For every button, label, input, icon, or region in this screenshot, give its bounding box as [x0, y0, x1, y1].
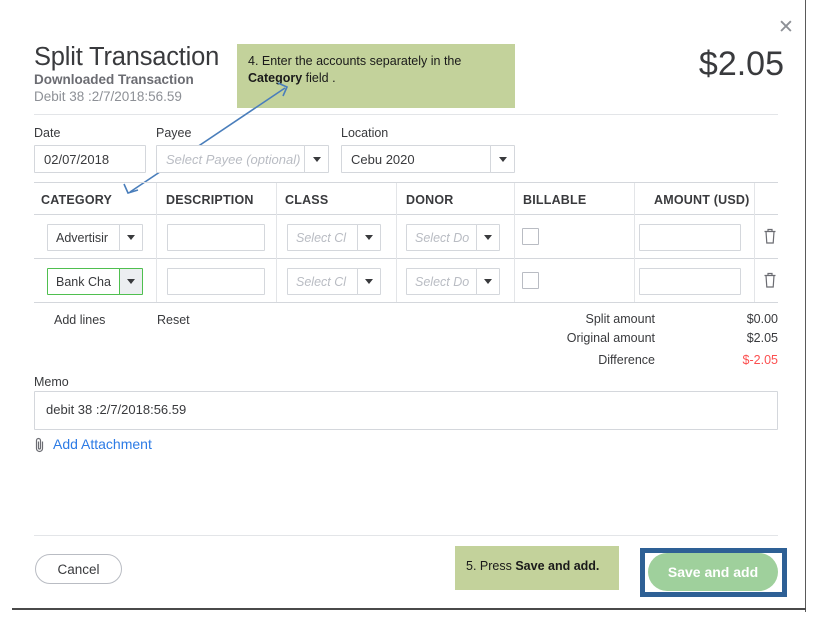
column-header-donor: DONOR [406, 193, 454, 207]
table-row-donor-dropdown[interactable] [476, 224, 500, 251]
add-lines-button[interactable]: Add lines [54, 313, 105, 327]
chevron-down-icon [499, 157, 507, 162]
table-row-category-input[interactable]: Advertisir [47, 224, 120, 251]
memo-input[interactable]: debit 38 :2/7/2018:56.59 [34, 391, 778, 430]
callout-4-suffix: field . [302, 71, 335, 85]
column-divider [156, 183, 157, 302]
table-row-donor-dropdown[interactable] [476, 268, 500, 295]
table-row-class-input[interactable]: Select Cl [287, 224, 358, 251]
callout-5-bold: Save and add. [515, 559, 599, 573]
transaction-amount: $2.05 [699, 45, 784, 84]
page-title: Split Transaction [34, 43, 219, 72]
split-amount-label: Split amount [455, 312, 655, 326]
date-input[interactable]: 02/07/2018 [34, 145, 146, 173]
modal-subtitle: Downloaded Transaction [34, 72, 194, 87]
close-icon[interactable]: ✕ [776, 17, 796, 37]
column-header-amount: AMOUNT (USD) [654, 193, 749, 207]
payee-input[interactable]: Select Payee (optional) [156, 145, 305, 173]
memo-label: Memo [34, 375, 69, 389]
save-and-add-button[interactable]: Save and add [648, 553, 778, 591]
table-top-border [34, 182, 778, 183]
column-divider [754, 183, 755, 302]
chevron-down-icon [127, 279, 135, 284]
table-row-category-input[interactable]: Bank Cha [47, 268, 120, 295]
original-amount-label: Original amount [455, 331, 655, 345]
location-dropdown-button[interactable] [490, 145, 515, 173]
modal-right-border [805, 0, 806, 612]
chevron-down-icon [484, 235, 492, 240]
date-label: Date [34, 126, 60, 140]
location-label: Location [341, 126, 388, 140]
reset-button[interactable]: Reset [157, 313, 190, 327]
paperclip-icon [34, 437, 46, 453]
table-row-billable-checkbox[interactable] [522, 228, 539, 245]
column-divider [634, 183, 635, 302]
add-attachment-button[interactable]: Add Attachment [53, 436, 152, 452]
table-row-donor-input[interactable]: Select Do [406, 224, 477, 251]
original-amount-value: $2.05 [688, 331, 778, 345]
chevron-down-icon [365, 235, 373, 240]
table-row-amount-input[interactable] [639, 268, 741, 295]
header-divider [34, 114, 778, 115]
table-row-border-2 [34, 302, 778, 303]
table-row-class-dropdown[interactable] [357, 224, 381, 251]
chevron-down-icon [313, 157, 321, 162]
callout-step-4: 4. Enter the accounts separately in the … [237, 44, 515, 108]
table-row-category-dropdown[interactable] [119, 268, 143, 295]
callout-4-bold: Category [248, 71, 302, 85]
trash-icon[interactable] [762, 227, 778, 245]
difference-label: Difference [455, 353, 655, 367]
chevron-down-icon [484, 279, 492, 284]
modal-bottom-border [12, 608, 806, 610]
footer-divider [34, 535, 778, 536]
table-row-donor-input[interactable]: Select Do [406, 268, 477, 295]
chevron-down-icon [127, 235, 135, 240]
table-header-border [34, 214, 778, 215]
payee-dropdown-button[interactable] [304, 145, 329, 173]
table-row-billable-checkbox[interactable] [522, 272, 539, 289]
cancel-button[interactable]: Cancel [35, 554, 122, 584]
chevron-down-icon [365, 279, 373, 284]
transaction-reference: Debit 38 :2/7/2018:56.59 [34, 89, 182, 104]
column-header-billable: BILLABLE [523, 193, 586, 207]
callout-4-prefix: 4. Enter the accounts separately in the [248, 54, 461, 68]
table-row-class-dropdown[interactable] [357, 268, 381, 295]
column-header-category: CATEGORY [41, 193, 112, 207]
table-row-description-input[interactable] [167, 268, 265, 295]
table-row-border-1 [34, 258, 778, 259]
column-divider [396, 183, 397, 302]
table-row-category-dropdown[interactable] [119, 224, 143, 251]
column-header-description: DESCRIPTION [166, 193, 254, 207]
difference-value: $-2.05 [688, 353, 778, 367]
location-input[interactable]: Cebu 2020 [341, 145, 491, 173]
table-row-description-input[interactable] [167, 224, 265, 251]
column-header-class: CLASS [285, 193, 328, 207]
column-divider [514, 183, 515, 302]
table-row-class-input[interactable]: Select Cl [287, 268, 358, 295]
column-divider [276, 183, 277, 302]
trash-icon[interactable] [762, 271, 778, 289]
split-transaction-modal: ✕ Split Transaction Downloaded Transacti… [0, 0, 819, 624]
callout-step-5: 5. Press Save and add. [455, 546, 619, 590]
callout-5-prefix: 5. Press [466, 559, 515, 573]
split-amount-value: $0.00 [688, 312, 778, 326]
payee-label: Payee [156, 126, 191, 140]
table-row-amount-input[interactable] [639, 224, 741, 251]
